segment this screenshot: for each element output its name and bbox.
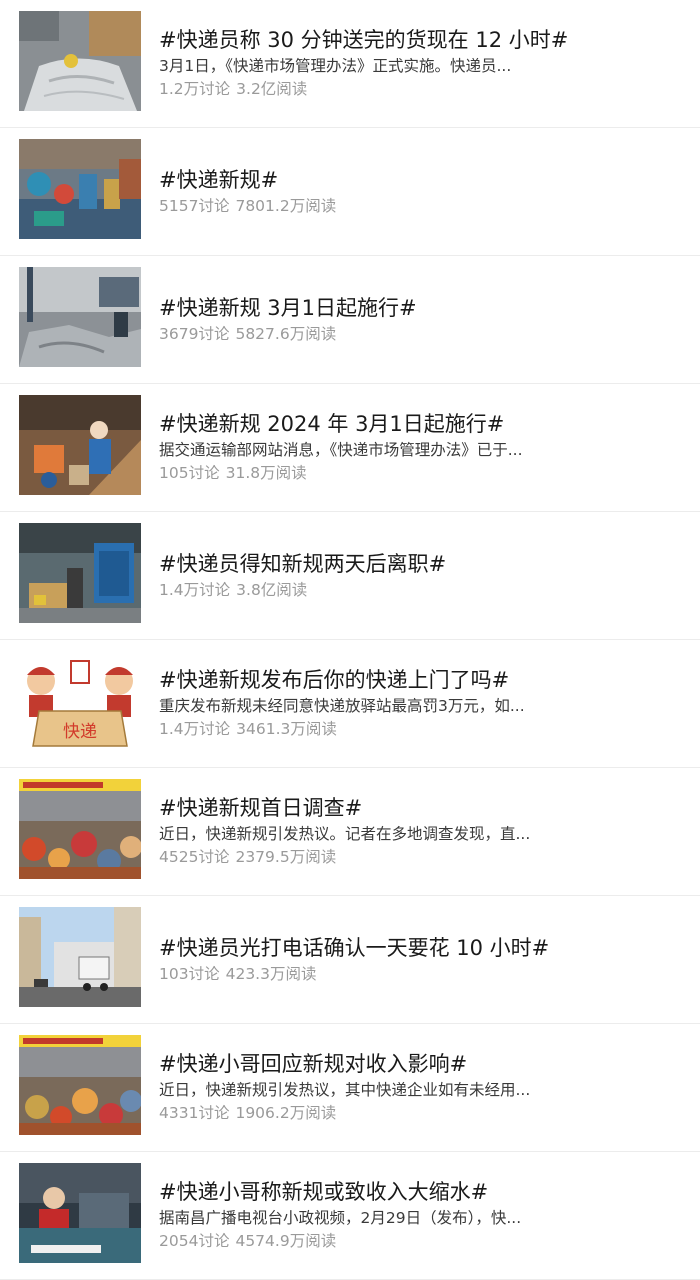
discussion-count: 103讨论: [159, 964, 220, 983]
read-count: 3.8亿阅读: [236, 580, 308, 599]
topic-item-0[interactable]: #快递员称 30 分钟送完的货现在 12 小时# 3月1日，《快递市场管理办法》…: [0, 0, 700, 128]
parcel-sack-image: [19, 11, 141, 111]
discussion-count: 3679讨论: [159, 324, 230, 343]
video-interview-image: [19, 1163, 141, 1263]
topic-item-9[interactable]: #快递小哥称新规或致收入大缩水# 据南昌广播电视台小政视频，2月29日（发布），…: [0, 1152, 700, 1280]
discussion-count: 1.4万讨论: [159, 580, 231, 599]
topic-title: #快递新规#: [159, 167, 279, 192]
courier-sorting-image: [19, 395, 141, 495]
topic-stats: 1.2万讨论 3.2亿阅读: [159, 78, 682, 101]
read-count: 1906.2万阅读: [235, 1104, 337, 1122]
topic-title: #快递新规首日调查#: [159, 796, 363, 820]
topic-stats: 4525讨论 2379.5万阅读: [159, 846, 682, 869]
parcel-pile-image: [19, 1035, 141, 1135]
street-truck-image: [19, 907, 141, 1007]
topic-title: #快递员得知新规两天后离职#: [159, 551, 447, 576]
topic-item-1[interactable]: #快递新规# 5157讨论 7801.2万阅读: [0, 128, 700, 256]
warehouse-image: [19, 267, 141, 367]
topic-description: 近日，快递新规引发热议。记者在多地调查发现，直...: [159, 825, 531, 843]
topic-item-6[interactable]: #快递新规首日调查# 近日，快递新规引发热议。记者在多地调查发现，直... 45…: [0, 768, 700, 896]
discussion-count: 4525讨论: [159, 848, 230, 866]
topic-description: 据南昌广播电视台小政视频，2月29日（发布），快...: [159, 1209, 522, 1227]
topic-stats: 2054讨论 4574.9万阅读: [159, 1230, 682, 1253]
depot-image: [19, 523, 141, 623]
topic-list: #快递员称 30 分钟送完的货现在 12 小时# 3月1日，《快递市场管理办法》…: [0, 0, 700, 1280]
parcel-pile-image: [19, 779, 141, 879]
discussion-count: 1.2万讨论: [159, 80, 231, 98]
read-count: 31.8万阅读: [225, 464, 307, 482]
topic-item-8[interactable]: #快递小哥回应新规对收入影响# 近日，快递新规引发热议，其中快递企业如有未经用.…: [0, 1024, 700, 1152]
discussion-count: 2054讨论: [159, 1232, 230, 1250]
read-count: 7801.2万阅读: [235, 196, 337, 215]
topic-stats: 1.4万讨论 3.8亿阅读: [159, 579, 682, 602]
topic-title: #快递小哥回应新规对收入影响#: [159, 1052, 468, 1076]
read-count: 3461.3万阅读: [236, 720, 337, 738]
topic-description: 3月1日，《快递市场管理办法》正式实施。快递员...: [159, 57, 512, 75]
topic-title: #快递新规 2024 年 3月1日起施行#: [159, 412, 505, 436]
topic-title: #快递新规 3月1日起施行#: [159, 295, 417, 320]
discussion-count: 105讨论: [159, 464, 220, 482]
topic-title: #快递员称 30 分钟送完的货现在 12 小时#: [159, 28, 569, 52]
topic-item-4[interactable]: #快递员得知新规两天后离职# 1.4万讨论 3.8亿阅读: [0, 512, 700, 640]
topic-stats: 103讨论 423.3万阅读: [159, 963, 682, 986]
topic-stats: 3679讨论 5827.6万阅读: [159, 323, 682, 346]
topic-item-7[interactable]: #快递员光打电话确认一天要花 10 小时# 103讨论 423.3万阅读: [0, 896, 700, 1024]
topic-item-2[interactable]: #快递新规 3月1日起施行# 3679讨论 5827.6万阅读: [0, 256, 700, 384]
read-count: 5827.6万阅读: [235, 324, 337, 343]
topic-stats: 4331讨论 1906.2万阅读: [159, 1102, 682, 1125]
discussion-count: 1.4万讨论: [159, 720, 231, 738]
read-count: 3.2亿阅读: [236, 80, 308, 98]
topic-item-5[interactable]: 快递 #快递新规发布后你的快递上门了吗# 重庆发布新规未经同意快递放驿站最高罚3…: [0, 640, 700, 768]
discussion-count: 5157讨论: [159, 196, 230, 215]
topic-item-3[interactable]: #快递新规 2024 年 3月1日起施行# 据交通运输部网站消息，《快递市场管理…: [0, 384, 700, 512]
topic-description: 重庆发布新规未经同意快递放驿站最高罚3万元，如...: [159, 697, 525, 715]
topic-stats: 105讨论 31.8万阅读: [159, 462, 682, 485]
topic-title: #快递新规发布后你的快递上门了吗#: [159, 668, 510, 692]
topic-stats: 1.4万讨论 3461.3万阅读: [159, 718, 682, 741]
box-label: 快递: [63, 722, 97, 742]
sorting-station-image: [19, 139, 141, 239]
read-count: 423.3万阅读: [225, 964, 317, 983]
topic-stats: 5157讨论 7801.2万阅读: [159, 195, 682, 218]
discussion-count: 4331讨论: [159, 1104, 230, 1122]
read-count: 2379.5万阅读: [235, 848, 337, 866]
cartoon-courier-image: 快递: [19, 651, 141, 751]
topic-title: #快递小哥称新规或致收入大缩水#: [159, 1180, 489, 1204]
topic-description: 据交通运输部网站消息，《快递市场管理办法》已于...: [159, 441, 523, 459]
topic-title: #快递员光打电话确认一天要花 10 小时#: [159, 935, 550, 960]
topic-description: 近日，快递新规引发热议，其中快递企业如有未经用...: [159, 1081, 531, 1099]
read-count: 4574.9万阅读: [235, 1232, 337, 1250]
